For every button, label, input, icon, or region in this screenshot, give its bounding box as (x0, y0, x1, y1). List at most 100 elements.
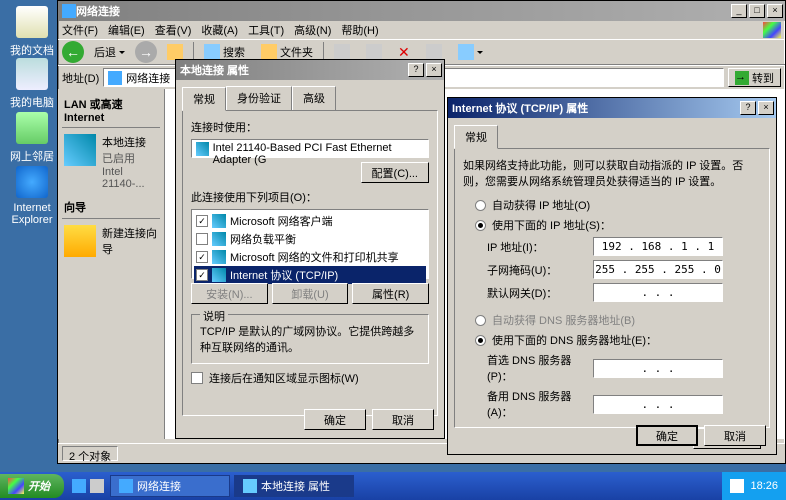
maximize-button[interactable]: □ (749, 4, 765, 18)
ok-button[interactable]: 确定 (304, 409, 366, 430)
windows-logo-icon (8, 478, 24, 494)
close-button[interactable]: × (767, 4, 783, 18)
items-label: 此连接使用下列项目(O)： (191, 189, 429, 205)
quick-launch-icon[interactable] (90, 479, 104, 493)
auto-dns-radio (475, 315, 486, 326)
help-button[interactable]: ? (408, 63, 424, 77)
status-text: 2 个对象 (62, 446, 118, 461)
tray-icon-label: 连接后在通知区域显示图标(W) (209, 370, 359, 386)
ok-button[interactable]: 确定 (636, 425, 698, 446)
connection-device: Intel 21140-... (102, 166, 158, 190)
tray-icon-checkbox[interactable] (191, 372, 203, 384)
views-button[interactable] (452, 42, 489, 62)
tab-general[interactable]: 常规 (454, 125, 498, 149)
desktop-icon-network-places[interactable]: 网上邻居 (4, 112, 60, 164)
nic-icon (196, 142, 209, 156)
gateway-label: 默认网关(D)： (487, 285, 587, 301)
desktop-icon-my-computer[interactable]: 我的电脑 (4, 58, 60, 110)
properties-button[interactable]: 属性(R) (352, 283, 429, 304)
network-icon (119, 479, 133, 493)
list-item[interactable]: ✓Internet 协议 (TCP/IP) (194, 266, 426, 284)
back-button[interactable]: ← (62, 41, 84, 63)
wizard-icon (64, 225, 96, 257)
minimize-button[interactable]: _ (731, 4, 747, 18)
tab-advanced[interactable]: 高级 (292, 86, 336, 110)
manual-ip-radio[interactable] (475, 220, 486, 231)
taskbar-item-properties[interactable]: 本地连接 属性 (234, 475, 354, 497)
manual-dns-radio[interactable] (475, 335, 486, 346)
titlebar[interactable]: 本地连接 属性 ? × (176, 60, 444, 80)
auto-ip-label: 自动获得 IP 地址(O) (492, 197, 590, 213)
dns2-field[interactable]: . . . (593, 395, 723, 414)
description-text: TCP/IP 是默认的广域网协议。它提供跨越多种互联网络的通讯。 (200, 323, 420, 355)
configure-button[interactable]: 配置(C)... (361, 162, 429, 183)
quick-launch-icon[interactable] (72, 479, 86, 493)
dialog-title: Internet 协议 (TCP/IP) 属性 (452, 100, 738, 116)
taskbar: 开始 网络连接 本地连接 属性 18:26 (0, 472, 786, 500)
connection-name: 本地连接 (102, 134, 158, 150)
dns1-field[interactable]: . . . (593, 359, 723, 378)
lan-header: LAN 或高速 Internet (62, 93, 160, 128)
taskbar-item-network[interactable]: 网络连接 (110, 475, 230, 497)
nic-icon (243, 479, 257, 493)
titlebar[interactable]: 网络连接 _ □ × (58, 1, 785, 21)
component-icon (212, 214, 226, 228)
description-header: 说明 (200, 308, 228, 324)
connection-properties-dialog: 本地连接 属性 ? × 常规 身份验证 高级 连接时使用： Intel 2114… (175, 59, 445, 439)
component-icon (212, 232, 226, 246)
go-button[interactable]: →转到 (728, 68, 781, 87)
menu-view[interactable]: 查看(V) (155, 22, 192, 38)
menu-tools[interactable]: 工具(T) (248, 22, 284, 38)
close-button[interactable]: × (426, 63, 442, 77)
menu-favorites[interactable]: 收藏(A) (201, 22, 238, 38)
close-button[interactable]: × (758, 101, 774, 115)
install-button[interactable]: 安装(N)... (191, 283, 268, 304)
nic-icon (64, 134, 96, 166)
network-icon (108, 71, 122, 85)
system-tray[interactable]: 18:26 (722, 472, 786, 500)
connection-state: 已启用 (102, 150, 158, 166)
connect-using-label: 连接时使用： (191, 119, 429, 135)
menubar: 文件(F) 编辑(E) 查看(V) 收藏(A) 工具(T) 高级(N) 帮助(H… (58, 21, 785, 39)
checkbox[interactable] (196, 233, 208, 245)
cancel-button[interactable]: 取消 (704, 425, 766, 446)
menu-file[interactable]: 文件(F) (62, 22, 98, 38)
wizard-header: 向导 (62, 196, 160, 219)
list-item[interactable]: 网络负载平衡 (194, 230, 426, 248)
menu-help[interactable]: 帮助(H) (341, 22, 378, 38)
checkbox[interactable]: ✓ (196, 215, 208, 227)
back-label[interactable]: 后退 (88, 42, 131, 62)
help-button[interactable]: ? (740, 101, 756, 115)
titlebar[interactable]: Internet 协议 (TCP/IP) 属性 ? × (448, 98, 776, 118)
address-label: 地址(D) (62, 70, 99, 86)
list-item[interactable]: ✓Microsoft 网络客户端 (194, 212, 426, 230)
menu-advanced[interactable]: 高级(N) (294, 22, 331, 38)
uninstall-button[interactable]: 卸载(U) (272, 283, 349, 304)
gateway-field[interactable]: . . . (593, 283, 723, 302)
tab-auth[interactable]: 身份验证 (226, 86, 292, 110)
menu-edit[interactable]: 编辑(E) (108, 22, 145, 38)
start-button[interactable]: 开始 (0, 474, 64, 498)
component-icon (212, 268, 226, 282)
new-connection-wizard[interactable]: 新建连接向导 (62, 219, 160, 263)
ip-label: IP 地址(I)： (487, 239, 587, 255)
forward-button: → (135, 41, 157, 63)
list-item[interactable]: ✓Microsoft 网络的文件和打印机共享 (194, 248, 426, 266)
checkbox[interactable]: ✓ (196, 251, 208, 263)
desktop-icon-my-documents[interactable]: 我的文档 (4, 6, 60, 58)
ip-address-field[interactable]: 192 . 168 . 1 . 1 (593, 237, 723, 256)
mask-label: 子网掩码(U)： (487, 262, 587, 278)
checkbox[interactable]: ✓ (196, 269, 208, 281)
local-connection-item[interactable]: 本地连接已启用Intel 21140-... (62, 128, 160, 196)
components-list[interactable]: ✓Microsoft 网络客户端 网络负载平衡 ✓Microsoft 网络的文件… (191, 209, 429, 279)
blurb: 如果网络支持此功能，则可以获取自动指派的 IP 设置。否则，您需要从网络系统管理… (463, 157, 761, 189)
tray-icon[interactable] (730, 479, 744, 493)
desktop-icon-ie[interactable]: Internet Explorer (4, 166, 60, 226)
tab-general[interactable]: 常规 (182, 87, 226, 111)
windows-logo-icon (763, 22, 781, 38)
tcpip-properties-dialog: Internet 协议 (TCP/IP) 属性 ? × 常规 如果网络支持此功能… (447, 97, 777, 455)
subnet-mask-field[interactable]: 255 . 255 . 255 . 0 (593, 260, 723, 279)
auto-ip-radio[interactable] (475, 200, 486, 211)
network-icon (62, 4, 76, 18)
cancel-button[interactable]: 取消 (372, 409, 434, 430)
